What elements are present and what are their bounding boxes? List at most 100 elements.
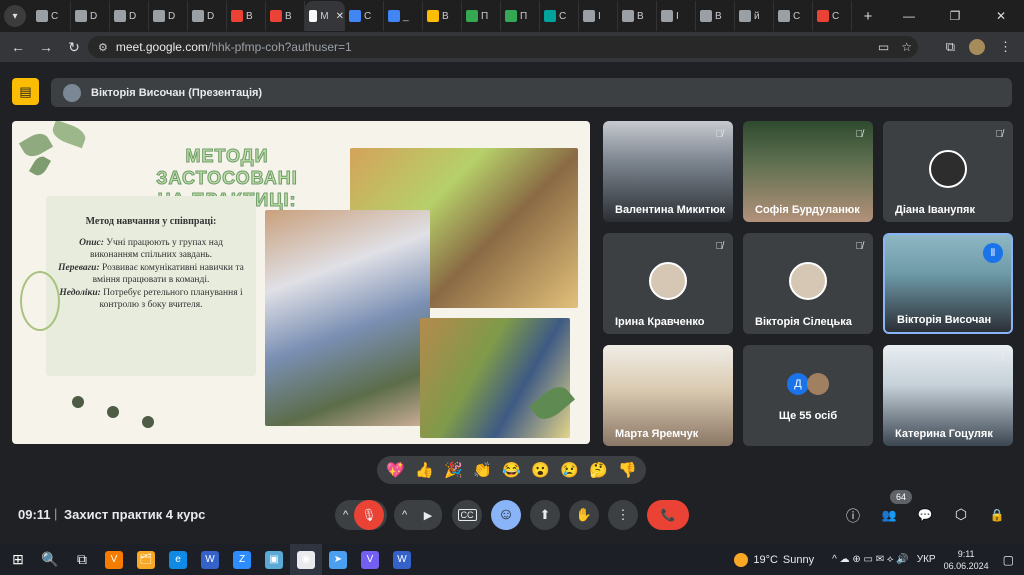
browser-tab[interactable]: M ✕: [305, 1, 345, 31]
tab-favicon-icon: [192, 10, 204, 22]
reaction-emoji[interactable]: 👍: [413, 461, 437, 479]
browser-tab[interactable]: B: [618, 1, 657, 31]
extensions-icon[interactable]: ⧉: [946, 39, 955, 55]
clock[interactable]: 9:11 06.06.2024: [944, 548, 989, 572]
browser-menu-icon[interactable]: ⋮: [999, 39, 1012, 55]
extensions-area: ⧉ ⋮: [946, 32, 1024, 62]
participant-tile[interactable]: 🎙̸ Вікторія Сілецька: [743, 233, 873, 334]
reaction-emoji[interactable]: 🤔: [587, 461, 611, 479]
taskbar-app-icon[interactable]: V: [98, 544, 130, 575]
participant-tile[interactable]: 🎙̸ Софія Бурдуланюк: [743, 121, 873, 222]
taskbar-app-icon[interactable]: V: [354, 544, 386, 575]
meeting-info-button[interactable]: ⓘ: [843, 506, 863, 526]
taskbar-app-icon[interactable]: Z: [226, 544, 258, 575]
address-bar[interactable]: ⚙ meet.google.com/hhk-pfmp-coh?authuser=…: [88, 36, 918, 58]
taskbar-app-icon[interactable]: W: [386, 544, 418, 575]
browser-tab[interactable]: D: [149, 1, 188, 31]
restore-button[interactable]: ❐: [932, 9, 978, 23]
reaction-emoji[interactable]: 😂: [500, 461, 524, 479]
browser-tab[interactable]: I: [579, 1, 618, 31]
browser-tab[interactable]: I: [657, 1, 696, 31]
browser-tab[interactable]: D: [188, 1, 227, 31]
taskbar-app-icon[interactable]: ▣: [258, 544, 290, 575]
browser-tab[interactable]: D: [71, 1, 110, 31]
participant-tile[interactable]: ⦀ Вікторія Височан: [883, 233, 1013, 334]
presenter-banner[interactable]: Вікторія Височан (Презентація): [51, 78, 1012, 107]
browser-tab[interactable]: й: [735, 1, 774, 31]
participant-tile[interactable]: 🎙̸ Діана Іванупяк: [883, 121, 1013, 222]
browser-tab[interactable]: C: [813, 1, 852, 31]
bookmark-star-icon[interactable]: ☆: [901, 40, 912, 54]
tab-favicon-icon: [270, 10, 282, 22]
profile-avatar[interactable]: [969, 39, 985, 55]
close-window-button[interactable]: ✕: [978, 9, 1024, 23]
participant-name: Вікторія Сілецька: [755, 316, 852, 328]
forward-button[interactable]: →: [32, 39, 60, 55]
camera-permission-icon[interactable]: ▭: [878, 40, 889, 54]
camera-button[interactable]: ▶: [414, 500, 442, 530]
taskbar-app-icon[interactable]: ⊞: [2, 544, 34, 575]
people-button[interactable]: 👥: [879, 506, 899, 522]
participant-tile[interactable]: 🎙̸ Ірина Кравченко: [603, 233, 733, 334]
tray-icons[interactable]: ^ ☁ ⊕ ▭ ✉ ⟡ 🔊: [832, 554, 909, 565]
tab-favicon-icon: [349, 10, 361, 22]
tab-favicon-icon: [700, 10, 712, 22]
participant-tile[interactable]: 🎙̸ Катерина Гоцуляк: [883, 345, 1013, 446]
mic-muted-icon: 🎙̸: [715, 129, 724, 140]
taskbar-app-icon[interactable]: e: [162, 544, 194, 575]
reaction-emoji[interactable]: 😮: [529, 461, 553, 479]
participant-tile[interactable]: Д Ще 55 осіб: [743, 345, 873, 446]
emoji-button[interactable]: ☺: [491, 500, 521, 530]
reaction-emoji[interactable]: 👏: [471, 461, 495, 479]
new-tab-button[interactable]: +: [858, 8, 878, 25]
activities-button[interactable]: ⬡: [951, 506, 971, 523]
browser-tab[interactable]: D: [110, 1, 149, 31]
close-tab-icon[interactable]: ✕: [336, 11, 344, 22]
chat-button[interactable]: 💬: [915, 506, 935, 522]
minimize-button[interactable]: —: [886, 9, 932, 23]
site-info-icon[interactable]: ⚙: [98, 41, 108, 54]
hang-up-icon: 📞: [660, 508, 676, 522]
browser-tab[interactable]: C: [774, 1, 813, 31]
taskbar-app-icon[interactable]: ◉: [290, 544, 322, 575]
browser-tab[interactable]: C: [32, 1, 71, 31]
back-button[interactable]: ←: [4, 39, 32, 55]
mic-button[interactable]: 🎙: [354, 500, 384, 530]
browser-tab[interactable]: B: [227, 1, 266, 31]
browser-tab[interactable]: C: [345, 1, 384, 31]
taskbar-app-icon[interactable]: ⧉: [66, 544, 98, 575]
taskbar-app-icon[interactable]: 🗂: [130, 544, 162, 575]
reaction-emoji[interactable]: 😢: [558, 461, 582, 479]
reload-button[interactable]: ↻: [60, 39, 88, 56]
presenter-avatar: [63, 83, 81, 102]
people-icon: 👥: [881, 508, 897, 522]
presentation-icon[interactable]: ▤: [12, 78, 39, 105]
taskbar-app-icon[interactable]: 🔍: [34, 544, 66, 575]
taskbar-app-icon[interactable]: W: [194, 544, 226, 575]
more-options-button[interactable]: ⋮: [608, 500, 638, 530]
weather-widget[interactable]: 19°C Sunny: [734, 552, 814, 567]
taskbar-app-icon[interactable]: ➤: [322, 544, 354, 575]
reaction-emoji[interactable]: 💖: [384, 461, 408, 479]
participant-tile[interactable]: 🎙̸ Марта Яремчук: [603, 345, 733, 446]
reaction-emoji[interactable]: 👎: [616, 461, 640, 479]
raise-hand-button[interactable]: ✋: [569, 500, 599, 530]
captions-button[interactable]: CC: [452, 500, 482, 530]
participant-name: Валентина Микитюк: [615, 204, 726, 216]
browser-tab[interactable]: B: [423, 1, 462, 31]
present-button[interactable]: ⬆: [530, 500, 560, 530]
browser-tab[interactable]: _: [384, 1, 423, 31]
participant-tile[interactable]: 🎙̸ Валентина Микитюк: [603, 121, 733, 222]
mic-off-icon: 🎙: [361, 508, 377, 522]
notifications-icon[interactable]: ▢: [1003, 553, 1014, 567]
reaction-emoji[interactable]: 🎉: [442, 461, 466, 479]
host-controls-button[interactable]: 🔒: [987, 506, 1007, 522]
leave-call-button[interactable]: 📞: [647, 500, 689, 530]
browser-tab[interactable]: B: [696, 1, 735, 31]
browser-tab[interactable]: C: [540, 1, 579, 31]
tab-search-button[interactable]: ▾: [4, 5, 26, 27]
browser-tab[interactable]: П: [501, 1, 540, 31]
language-indicator[interactable]: УКР: [917, 554, 936, 565]
browser-tab[interactable]: П: [462, 1, 501, 31]
browser-tab[interactable]: B: [266, 1, 305, 31]
